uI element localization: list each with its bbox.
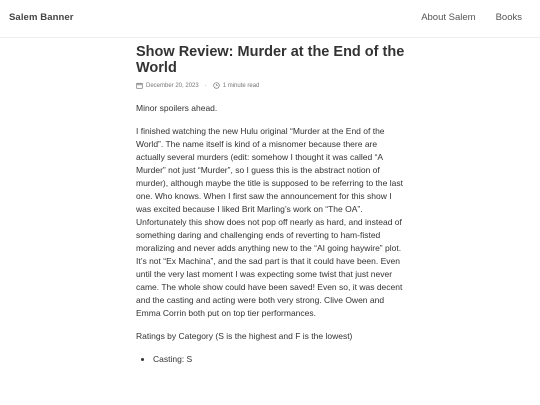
meta-separator: ·	[204, 82, 207, 89]
clock-icon	[213, 82, 220, 89]
paragraph-intro: Minor spoilers ahead.	[136, 103, 218, 113]
paragraph-main: I finished watching the new Hulu origina…	[136, 126, 403, 318]
nav-link-books[interactable]: Books	[496, 12, 522, 23]
ratings-list: Casting: S	[136, 353, 408, 366]
paragraph-ratings-intro: Ratings by Category (S is the highest an…	[136, 331, 353, 341]
site-header: Salem Banner About Salem Books	[0, 0, 540, 38]
post-date: December 20, 2023	[146, 82, 199, 89]
post-meta: December 20, 2023 · 1 minute read	[136, 81, 408, 90]
calendar-icon	[136, 82, 143, 89]
page-title: Show Review: Murder at the End of the Wo…	[136, 44, 405, 76]
post-body: Minor spoilers ahead. I finished watchin…	[136, 102, 408, 366]
site-title-link[interactable]: Salem Banner	[9, 12, 74, 23]
main-nav: About Salem Books	[421, 12, 522, 23]
list-item: Casting: S	[153, 353, 408, 366]
nav-link-about[interactable]: About Salem	[421, 12, 475, 23]
article: Show Review: Murder at the End of the Wo…	[136, 44, 408, 366]
read-time: 1 minute read	[222, 82, 260, 89]
